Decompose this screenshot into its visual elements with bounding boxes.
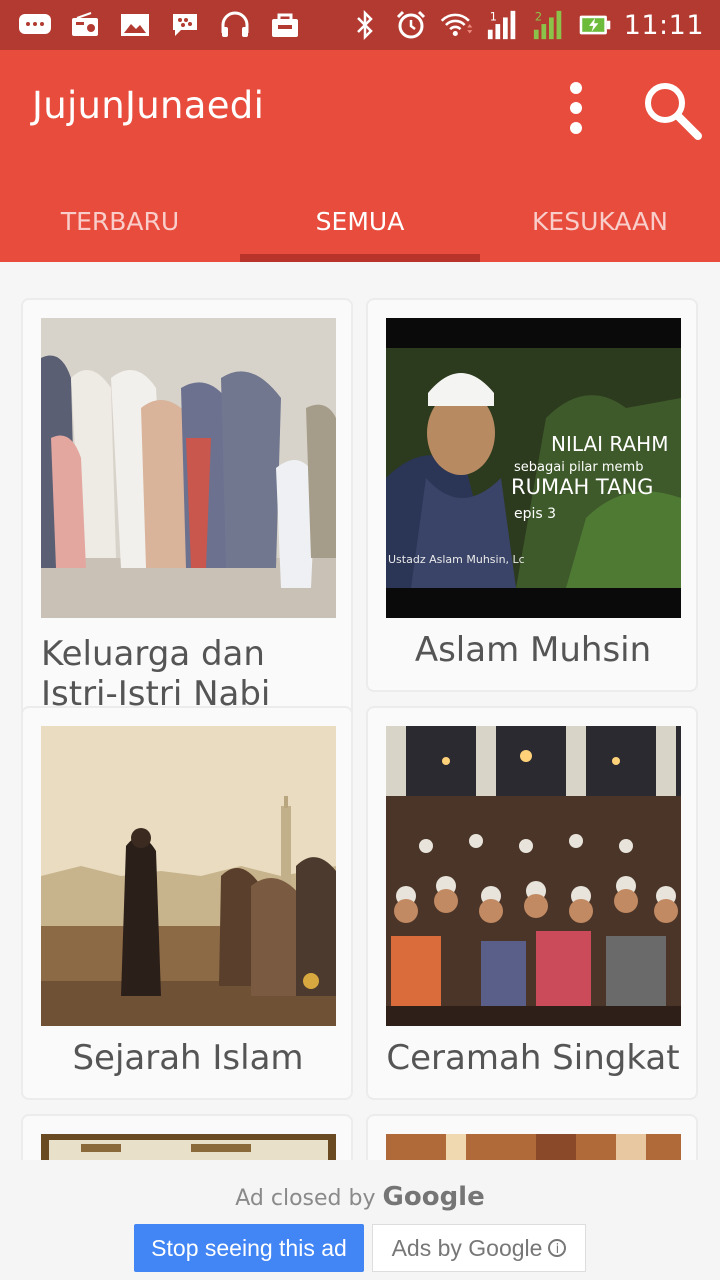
ad-banner: Ad closed by Google Stop seeing this ad …: [0, 1160, 720, 1280]
gallery-icon: [118, 10, 152, 40]
radio-icon: [68, 10, 102, 40]
info-icon: i: [548, 1239, 567, 1257]
thumb-caption-1: NILAI RAHM: [551, 432, 668, 456]
bag-icon: [268, 10, 302, 40]
card-thumbnail: [41, 726, 336, 1026]
card-thumbnail: [386, 726, 681, 1026]
ads-by-google-button[interactable]: Ads by Google i: [372, 1224, 586, 1272]
category-card[interactable]: Ceramah Singkat: [366, 706, 698, 1100]
app-title: JujunJunaedi: [32, 84, 265, 127]
card-thumbnail: NILAI RAHM sebagai pilar memb RUMAH TANG…: [386, 318, 681, 618]
tab-kesukaan[interactable]: KESUKAAN: [480, 180, 720, 262]
card-title: Keluarga dan Istri-Istri Nabi: [41, 634, 271, 714]
bbm-icon: [168, 10, 202, 40]
tab-bar: TERBARU SEMUA KESUKAAN: [0, 180, 720, 262]
more-options-button[interactable]: [556, 76, 596, 140]
card-thumbnail: [41, 318, 336, 618]
thumb-caption-3: RUMAH TANG: [511, 475, 653, 499]
category-card[interactable]: NILAI RAHM sebagai pilar memb RUMAH TANG…: [366, 298, 698, 692]
headphones-icon: [218, 10, 252, 40]
tab-terbaru[interactable]: TERBARU: [0, 180, 240, 262]
card-title: Ceramah Singkat: [386, 1038, 680, 1078]
status-bar: 1 2 11:11: [0, 0, 720, 50]
bluetooth-icon: [348, 10, 382, 40]
battery-charging-icon: [578, 10, 612, 40]
stop-seeing-ad-button[interactable]: Stop seeing this ad: [134, 1224, 364, 1272]
ad-closed-text: Ad closed by: [235, 1186, 376, 1211]
ads-by-label: Ads by Google: [391, 1234, 543, 1261]
signal-2-icon: 2: [532, 9, 566, 40]
tab-semua[interactable]: SEMUA: [240, 180, 480, 262]
message-icon: [18, 10, 52, 40]
ad-closed-notice: Ad closed by Google: [0, 1182, 720, 1212]
svg-text:2: 2: [535, 9, 542, 23]
thumb-caption-4: epis 3: [514, 506, 556, 522]
signal-1-icon: 1: [486, 9, 520, 40]
thumb-credit: Ustadz Aslam Muhsin, Lc: [388, 553, 525, 566]
google-logo: Google: [382, 1182, 485, 1212]
wifi-icon: [440, 10, 474, 40]
clock: 11:11: [623, 9, 704, 41]
svg-text:1: 1: [489, 9, 496, 23]
thumb-caption-2: sebagai pilar memb: [514, 460, 643, 475]
more-vert-icon: [570, 82, 582, 134]
card-title: Aslam Muhsin: [414, 630, 652, 670]
alarm-icon: [394, 10, 428, 40]
search-button[interactable]: [640, 78, 704, 142]
category-card[interactable]: Sejarah Islam: [21, 706, 353, 1100]
category-card[interactable]: Keluarga dan Istri-Istri Nabi: [21, 298, 353, 736]
app-bar: JujunJunaedi TERBARU SEMUA KESUKAAN: [0, 50, 720, 262]
search-icon: [645, 83, 702, 140]
card-title: Sejarah Islam: [72, 1038, 304, 1078]
